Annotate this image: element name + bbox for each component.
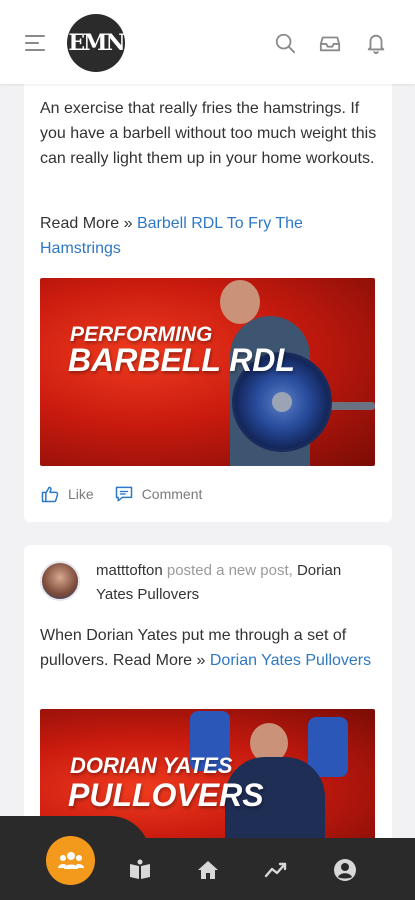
- menu-icon[interactable]: [25, 35, 45, 53]
- post-body: An exercise that really fries the hamstr…: [40, 100, 377, 167]
- post-actions: Like Comment: [40, 484, 222, 504]
- profile-icon[interactable]: [333, 858, 357, 882]
- comment-label: Comment: [141, 486, 203, 502]
- author-name[interactable]: matttofton: [96, 562, 163, 579]
- groups-button[interactable]: [46, 836, 95, 885]
- plate-hub: [272, 392, 292, 412]
- like-label: Like: [68, 486, 94, 502]
- comment-button[interactable]: Comment: [114, 484, 203, 504]
- avatar[interactable]: [40, 561, 80, 601]
- groups-icon: [57, 851, 84, 869]
- post-header: matttofton posted a new post, Dorian Yat…: [96, 559, 381, 607]
- read-more-prefix: Read More »: [40, 215, 137, 232]
- app-logo[interactable]: EMN: [67, 14, 126, 72]
- banner-line-2: BARBELL RDL: [68, 342, 295, 378]
- activity-icon[interactable]: [264, 858, 288, 882]
- bell-icon[interactable]: [365, 32, 387, 54]
- search-icon[interactable]: [274, 32, 296, 54]
- feed-post-card: An exercise that really fries the hamstr…: [24, 70, 392, 522]
- like-button[interactable]: Like: [40, 484, 94, 504]
- comment-icon: [115, 486, 132, 502]
- book-icon[interactable]: [128, 858, 152, 882]
- post-image[interactable]: PERFORMING BARBELL RDL: [40, 278, 375, 466]
- machine-pad-right: [308, 717, 348, 777]
- banner-line-2: PULLOVERS: [68, 777, 264, 813]
- home-icon[interactable]: [196, 858, 220, 882]
- app-header: EMN: [0, 0, 415, 84]
- athlete-figure: [220, 280, 260, 324]
- post-action-text: posted a new post,: [162, 562, 297, 579]
- banner-line-1: DORIAN YATES: [70, 753, 233, 778]
- post-body-link[interactable]: Dorian Yates Pullovers: [210, 652, 371, 669]
- read-more-line: Read More » Barbell RDL To Fry The Hamst…: [40, 211, 380, 261]
- inbox-icon[interactable]: [319, 32, 341, 54]
- post-body: When Dorian Yates put me through a set o…: [40, 623, 380, 673]
- thumbs-up-icon: [41, 486, 59, 503]
